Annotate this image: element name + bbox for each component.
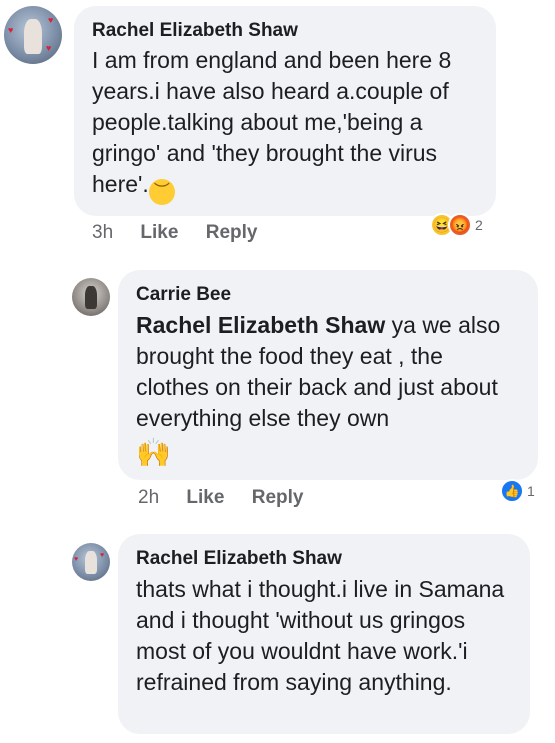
like-button[interactable]: Like — [186, 487, 224, 508]
comment-author[interactable]: Rachel Elizabeth Shaw — [92, 20, 478, 42]
comment-text: Rachel Elizabeth Shaw ya we also brought… — [136, 312, 501, 431]
comment-actions: 2h Like Reply — [138, 487, 325, 509]
avatar-figure — [85, 286, 97, 310]
comment-text: thats what i thought.i live in Samana an… — [136, 576, 505, 695]
comment-bubble: Carrie Bee Rachel Elizabeth Shaw ya we a… — [118, 270, 538, 480]
heart-icon: ♥ — [48, 15, 54, 25]
avatar-figure — [24, 18, 42, 54]
comment-bubble: Rachel Elizabeth Shaw I am from england … — [74, 6, 496, 216]
like-reaction-icon: 👍 — [500, 479, 524, 503]
avatar[interactable]: ♥ ♥ ♥ — [4, 6, 62, 64]
comment-text: I am from england and been here 8 years.… — [92, 45, 478, 205]
comment-author[interactable]: Rachel Elizabeth Shaw — [136, 548, 512, 570]
comment-bubble: Rachel Elizabeth Shaw thats what i thoug… — [118, 534, 530, 734]
avatar[interactable]: ♥ ♥ — [72, 543, 110, 581]
reaction-count: 1 — [527, 483, 535, 499]
reaction-count: 2 — [475, 217, 483, 233]
heart-icon: ♥ — [8, 25, 14, 35]
comment-author[interactable]: Carrie Bee — [136, 284, 520, 306]
reaction-summary[interactable]: 😆 😡 2 — [430, 213, 483, 237]
angry-reaction-icon: 😡 — [448, 213, 472, 237]
like-button[interactable]: Like — [140, 222, 178, 243]
reply-button[interactable]: Reply — [252, 487, 304, 508]
comment-actions: 3h Like Reply — [92, 222, 279, 244]
reaction-summary[interactable]: 👍 1 — [500, 479, 535, 503]
reply-button[interactable]: Reply — [206, 222, 258, 243]
heart-icon: ♥ — [46, 43, 52, 53]
heart-icon: ♥ — [74, 556, 79, 563]
raising-hands-icon: 🙌 — [136, 437, 171, 468]
comment-time[interactable]: 3h — [92, 222, 113, 243]
comment-time[interactable]: 2h — [138, 487, 159, 508]
avatar[interactable] — [72, 278, 110, 316]
mention-link[interactable]: Rachel Elizabeth Shaw — [136, 312, 385, 338]
disappointed-face-icon: ︶ — [148, 179, 175, 205]
heart-icon: ♥ — [100, 552, 105, 559]
avatar-figure — [85, 551, 97, 575]
